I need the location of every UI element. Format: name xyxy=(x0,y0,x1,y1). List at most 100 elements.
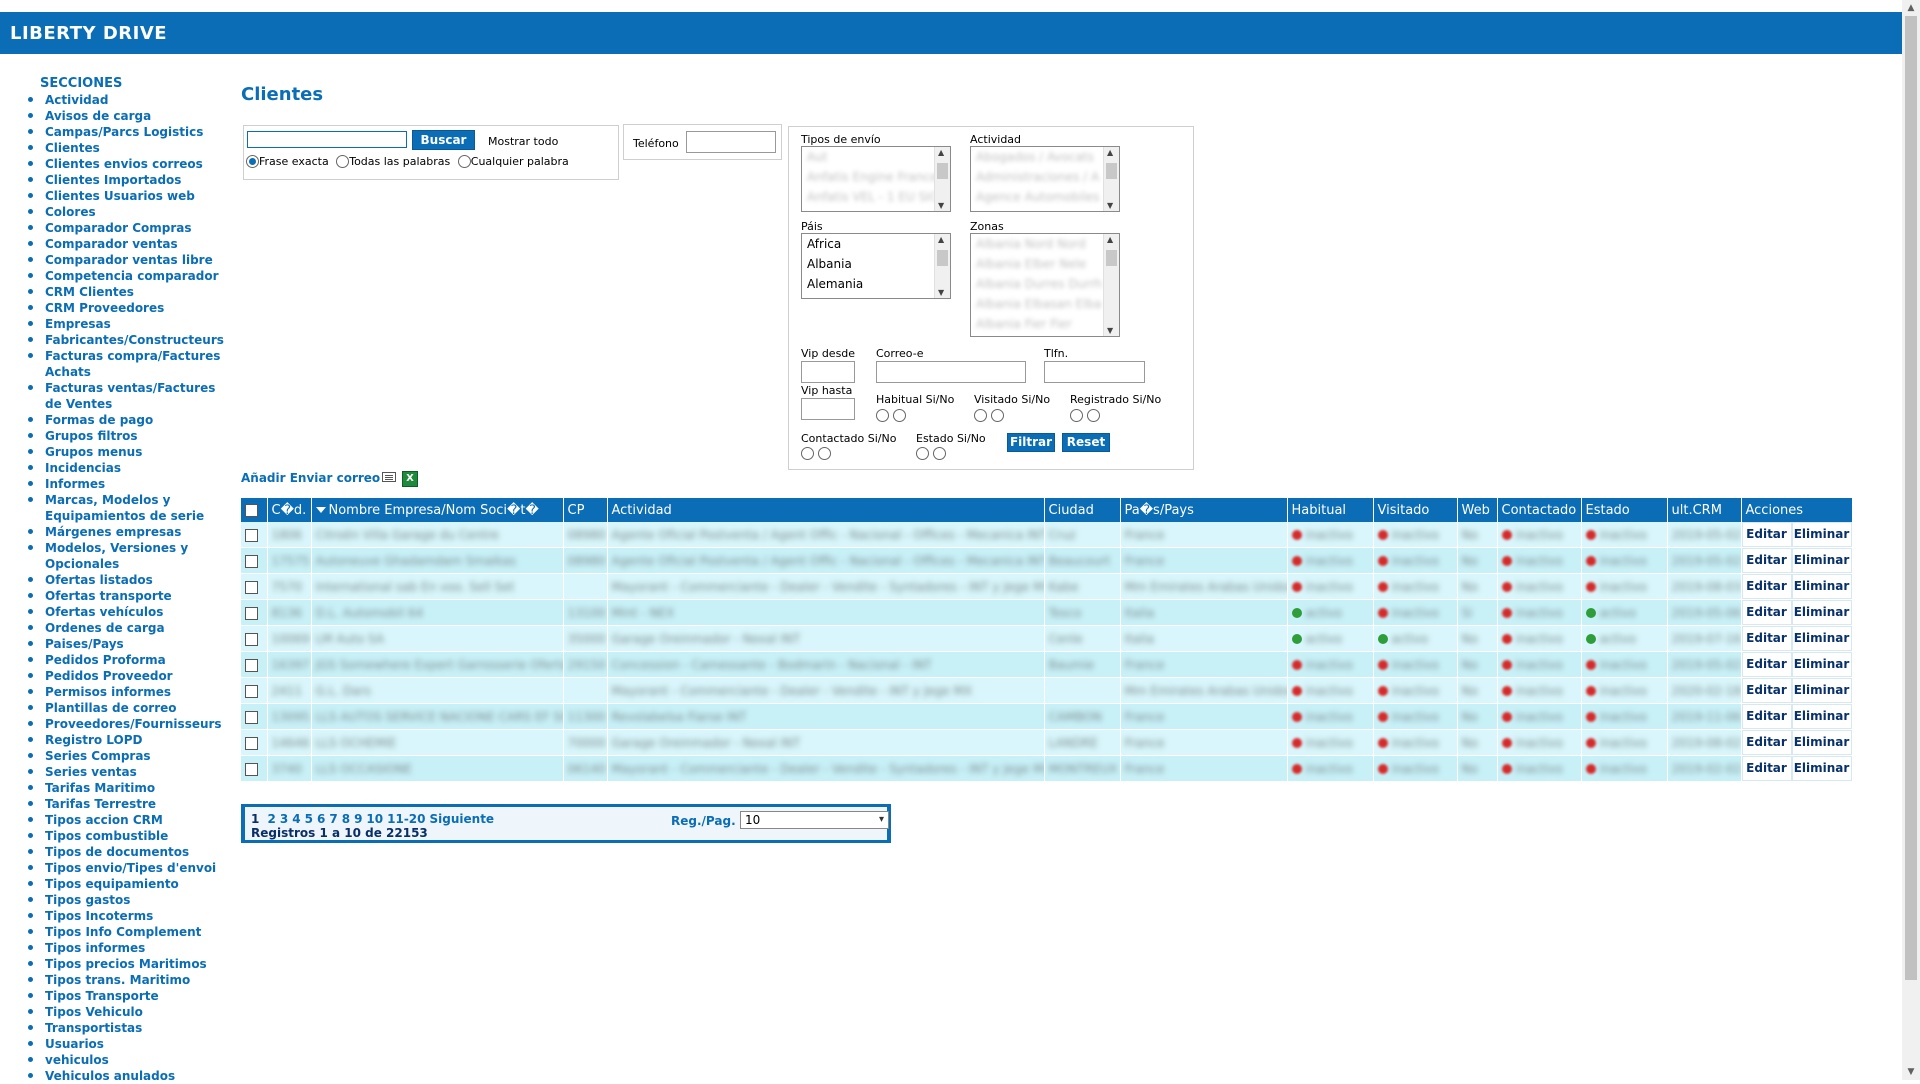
sidebar-item[interactable]: Tipos Info Complement xyxy=(28,924,228,940)
edit-button[interactable]: Editar xyxy=(1741,548,1792,573)
sidebar-item[interactable]: Pedidos Proforma xyxy=(28,652,228,668)
sidebar-item[interactable]: Series Compras xyxy=(28,748,228,764)
row-checkbox[interactable] xyxy=(245,710,258,724)
reset-button[interactable]: Reset xyxy=(1062,433,1110,452)
col-header-ult-crm[interactable]: ult.CRM xyxy=(1667,498,1742,522)
row-checkbox[interactable] xyxy=(245,580,258,594)
sidebar-item[interactable]: Avisos de carga xyxy=(28,108,228,124)
listbox-scrollbar[interactable]: ▲ ▼ xyxy=(1103,147,1119,211)
delete-button[interactable]: Eliminar xyxy=(1791,704,1851,729)
vip-hasta-input[interactable] xyxy=(801,398,855,420)
list-option[interactable]: Administraciones / A xyxy=(971,167,1119,187)
sidebar-item[interactable]: Permisos informes xyxy=(28,684,228,700)
pager-link[interactable]: 6 xyxy=(317,812,325,826)
scrollbar-thumb[interactable] xyxy=(1106,163,1117,179)
vip-desde-input[interactable] xyxy=(801,361,855,383)
radio-any-word[interactable] xyxy=(457,154,471,168)
row-checkbox[interactable] xyxy=(245,528,258,542)
listbox-scrollbar[interactable]: ▲ ▼ xyxy=(1103,234,1119,336)
scrollbar-thumb[interactable] xyxy=(937,250,948,266)
scrollbar-thumb[interactable] xyxy=(1106,250,1117,266)
pager-link[interactable]: 9 xyxy=(354,812,362,826)
pager-link[interactable]: 8 xyxy=(342,812,350,826)
pager-link[interactable]: Siguiente xyxy=(430,812,495,826)
sidebar-item[interactable]: Series ventas xyxy=(28,764,228,780)
select-all-checkbox[interactable] xyxy=(245,503,258,517)
sidebar-item[interactable]: Clientes Importados xyxy=(28,172,228,188)
col-header-habitual[interactable]: Habitual xyxy=(1287,498,1374,522)
registrado-no-radio[interactable] xyxy=(1086,408,1100,422)
sidebar-item[interactable]: Facturas ventas/Factures de Ventes xyxy=(28,380,228,412)
search-input[interactable] xyxy=(247,131,407,148)
excel-export-icon[interactable]: X xyxy=(402,471,418,487)
sidebar-item[interactable]: Ofertas vehículos xyxy=(28,604,228,620)
pager-link[interactable]: 3 xyxy=(280,812,288,826)
list-option[interactable]: Aut xyxy=(802,147,950,167)
sidebar-item[interactable]: Tipos envio/Tipes d'envoi xyxy=(28,860,228,876)
chevron-down-icon[interactable]: ▼ xyxy=(1107,326,1113,335)
row-checkbox[interactable] xyxy=(245,632,258,646)
sidebar-item[interactable]: Clientes Usuarios web xyxy=(28,188,228,204)
pager-link[interactable]: 11-20 xyxy=(387,812,425,826)
edit-button[interactable]: Editar xyxy=(1741,626,1792,651)
col-header-cod[interactable]: C�d. xyxy=(267,498,312,522)
sidebar-item[interactable]: Ofertas transporte xyxy=(28,588,228,604)
chevron-up-icon[interactable]: ▲ xyxy=(1107,148,1113,157)
pager-link[interactable]: 10 xyxy=(366,812,383,826)
col-header-nombre[interactable]: Nombre Empresa/Nom Soci�t� xyxy=(311,498,564,522)
sidebar-item[interactable]: Campas/Parcs Logistics xyxy=(28,124,228,140)
sidebar-item[interactable]: Ofertas listados xyxy=(28,572,228,588)
delete-button[interactable]: Eliminar xyxy=(1791,678,1851,703)
sidebar-item[interactable]: Tipos Transporte xyxy=(28,988,228,1004)
sidebar-item[interactable]: Ordenes de carga xyxy=(28,620,228,636)
page-scrollbar[interactable]: ▲ ▼ xyxy=(1902,0,1920,1080)
sidebar-item[interactable]: Tipos combustible xyxy=(28,828,228,844)
row-checkbox[interactable] xyxy=(245,736,258,750)
edit-button[interactable]: Editar xyxy=(1741,756,1792,781)
edit-button[interactable]: Editar xyxy=(1741,574,1792,599)
delete-button[interactable]: Eliminar xyxy=(1791,652,1851,677)
col-header-visitado[interactable]: Visitado xyxy=(1373,498,1458,522)
sidebar-item[interactable]: Plantillas de correo xyxy=(28,700,228,716)
col-header-contactado[interactable]: Contactado xyxy=(1497,498,1582,522)
sidebar-item[interactable]: Tipos Incoterms xyxy=(28,908,228,924)
sidebar-item[interactable]: Grupos filtros xyxy=(28,428,228,444)
col-header-estado[interactable]: Estado xyxy=(1581,498,1668,522)
list-option[interactable]: Albania Nord Nord xyxy=(971,234,1119,254)
sidebar-item[interactable]: Comparador Compras xyxy=(28,220,228,236)
list-option[interactable]: Albania Fier Fier xyxy=(971,314,1119,334)
sidebar-item[interactable]: Márgenes empresas xyxy=(28,524,228,540)
row-checkbox[interactable] xyxy=(245,554,258,568)
visitado-yes-radio[interactable] xyxy=(974,408,987,422)
list-option[interactable]: Albania xyxy=(802,254,950,274)
sidebar-item[interactable]: Pedidos Proveedor xyxy=(28,668,228,684)
chevron-up-icon[interactable]: ▲ xyxy=(938,235,944,244)
scroll-down-icon[interactable]: ▼ xyxy=(1905,1066,1917,1078)
sidebar-item[interactable]: Formas de pago xyxy=(28,412,228,428)
sidebar-item[interactable]: Tipos de documentos xyxy=(28,844,228,860)
scrollbar-thumb[interactable] xyxy=(1905,16,1917,980)
row-checkbox[interactable] xyxy=(245,606,258,620)
sidebar-item[interactable]: Registro LOPD xyxy=(28,732,228,748)
list-option[interactable]: Albania Elbasan Elba xyxy=(971,294,1119,314)
list-option[interactable]: Anfatis Engine France xyxy=(802,167,950,187)
scrollbar-thumb[interactable] xyxy=(937,163,948,179)
delete-button[interactable]: Eliminar xyxy=(1791,522,1851,547)
sidebar-item[interactable]: Tipos gastos xyxy=(28,892,228,908)
edit-button[interactable]: Editar xyxy=(1741,522,1792,547)
mail-list-icon[interactable] xyxy=(382,472,396,482)
pager-link[interactable]: 7 xyxy=(329,812,337,826)
delete-button[interactable]: Eliminar xyxy=(1791,600,1851,625)
sidebar-item[interactable]: Comparador ventas libre xyxy=(28,252,228,268)
listbox-scrollbar[interactable]: ▲ ▼ xyxy=(934,234,950,298)
sidebar-item[interactable]: Marcas, Modelos y Equipamientos de serie xyxy=(28,492,228,524)
edit-button[interactable]: Editar xyxy=(1741,730,1792,755)
habitual-yes-radio[interactable] xyxy=(876,408,889,422)
correo-input[interactable] xyxy=(876,361,1026,383)
chevron-down-icon[interactable]: ▼ xyxy=(1107,201,1113,210)
sidebar-item[interactable]: Modelos, Versiones y Opcionales xyxy=(28,540,228,572)
col-header-web[interactable]: Web xyxy=(1457,498,1498,522)
row-checkbox[interactable] xyxy=(245,658,258,672)
sidebar-item[interactable]: Usuarios xyxy=(28,1036,228,1052)
sidebar-item[interactable]: Tipos precios Maritimos xyxy=(28,956,228,972)
